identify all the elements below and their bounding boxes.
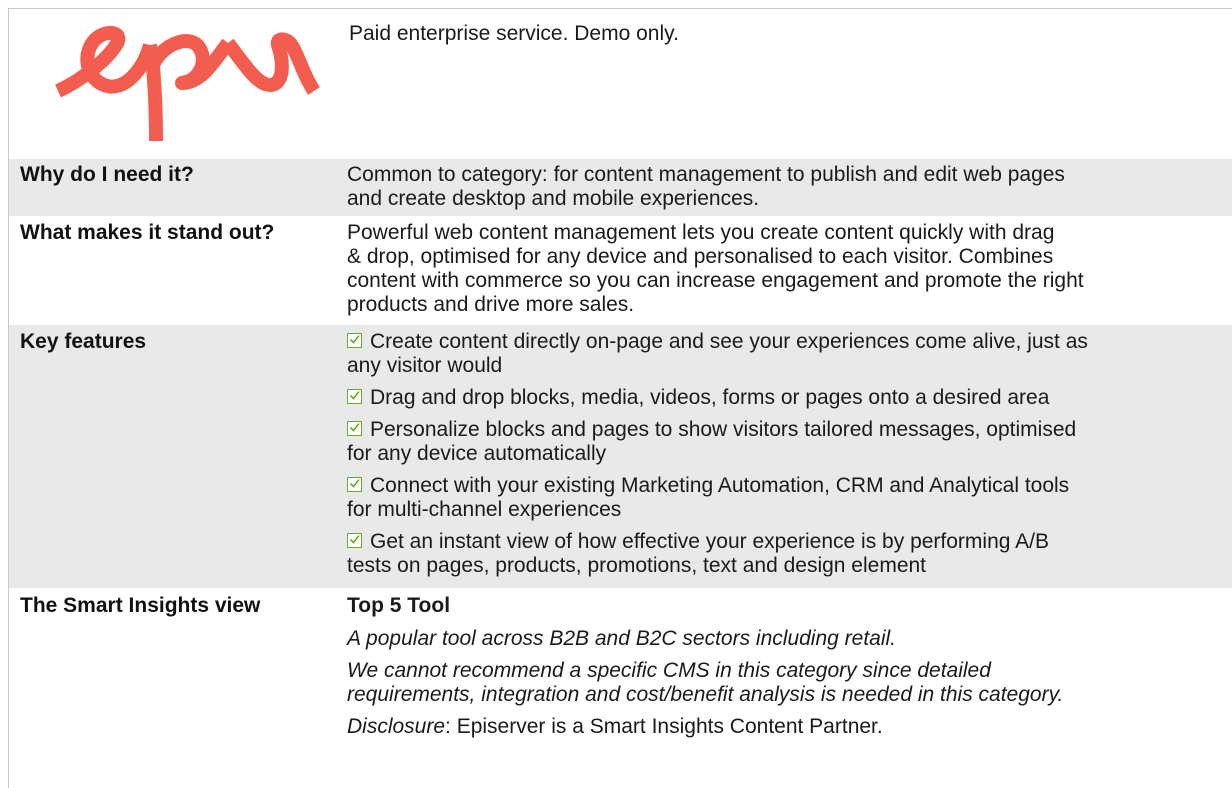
view-line-1: A popular tool across B2B and B2C sector…	[347, 627, 897, 650]
logo-row: epi Paid enterprise service. Demo only.	[9, 9, 1232, 159]
why-label: Why do I need it?	[9, 159, 347, 217]
feature-line: for multi-channel experiences	[347, 498, 622, 521]
stand-out-line-2: & drop, optimised for any device and per…	[347, 245, 1054, 268]
feature-line: for any device automatically	[347, 442, 607, 465]
checkbox-icon	[347, 389, 362, 404]
stand-out-line-1: Powerful web content management lets you…	[347, 221, 1055, 244]
feature-line: Drag and drop blocks, media, videos, for…	[370, 386, 1050, 409]
checkbox-icon	[347, 477, 362, 492]
episerver-logo	[54, 25, 320, 142]
feature-line: Create content directly on-page and see …	[370, 330, 1088, 353]
feature-item: Drag and drop blocks, media, videos, for…	[347, 386, 1232, 410]
smart-insights-row: The Smart Insights view Top 5 Tool A pop…	[9, 588, 1232, 739]
disclosure-label: Disclosure	[347, 715, 446, 738]
view-title: Top 5 Tool	[347, 594, 451, 617]
stand-out-line-4: products and drive more sales.	[347, 293, 635, 316]
why-row: Why do I need it? Common to category: fo…	[9, 159, 1232, 217]
checkbox-icon	[347, 421, 362, 436]
feature-item: Personalize blocks and pages to show vis…	[347, 418, 1232, 466]
view-line-2b: requirements, integration and cost/benef…	[347, 683, 1064, 706]
feature-line: Personalize blocks and pages to show vis…	[370, 418, 1077, 441]
why-value: Common to category: for content manageme…	[347, 159, 1232, 217]
why-line-2: and create desktop and mobile experience…	[347, 187, 760, 210]
disclosure-text: : Episerver is a Smart Insights Content …	[445, 715, 883, 738]
disclosure: Disclosure: Episerver is a Smart Insight…	[347, 715, 1232, 739]
stand-out-value: Powerful web content management lets you…	[347, 216, 1232, 325]
product-table-container: epi Paid enterprise service. Demo only. …	[8, 8, 1232, 788]
stand-out-row: What makes it stand out? Powerful web co…	[9, 216, 1232, 325]
feature-line: Connect with your existing Marketing Aut…	[370, 474, 1070, 497]
feature-line: tests on pages, products, promotions, te…	[347, 554, 927, 577]
feature-line: any visitor would	[347, 354, 503, 377]
why-line-1: Common to category: for content manageme…	[347, 163, 1065, 186]
feature-item: Create content directly on-page and see …	[347, 330, 1232, 378]
logo-cell: epi	[9, 9, 347, 159]
features-label: Key features	[9, 325, 347, 589]
product-table: epi Paid enterprise service. Demo only. …	[9, 9, 1232, 739]
view-line-2: We cannot recommend a specific CMS in th…	[347, 659, 1232, 707]
feature-line: Get an instant view of how effective you…	[370, 530, 1049, 553]
checkbox-icon	[347, 533, 362, 548]
checkbox-icon	[347, 333, 362, 348]
feature-item: Connect with your existing Marketing Aut…	[347, 474, 1232, 522]
view-line-2a: We cannot recommend a specific CMS in th…	[347, 659, 991, 682]
tagline: Paid enterprise service. Demo only.	[349, 22, 679, 45]
features-list: Create content directly on-page and see …	[347, 325, 1232, 589]
feature-item: Get an instant view of how effective you…	[347, 530, 1232, 578]
stand-out-line-3: content with commerce so you can increas…	[347, 269, 1084, 292]
smart-insights-value: Top 5 Tool A popular tool across B2B and…	[347, 588, 1232, 739]
features-row: Key features Create content directly on-…	[9, 325, 1232, 589]
stand-out-label: What makes it stand out?	[9, 216, 347, 325]
tagline-cell: Paid enterprise service. Demo only.	[347, 9, 1232, 159]
smart-insights-label: The Smart Insights view	[9, 588, 347, 739]
